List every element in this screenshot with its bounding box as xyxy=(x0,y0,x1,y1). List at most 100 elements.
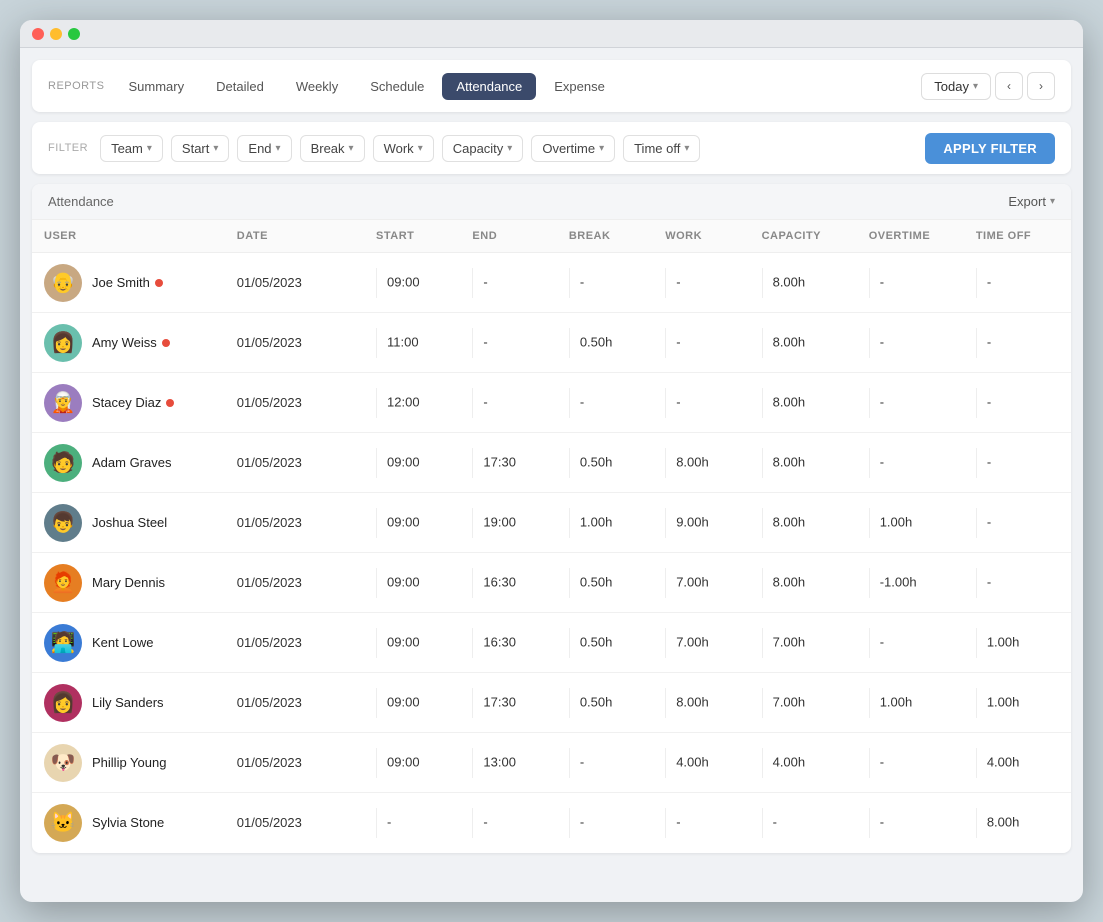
filter-work[interactable]: Work ▾ xyxy=(373,135,434,162)
capacity-cell: 7.00h xyxy=(750,673,857,733)
close-icon[interactable] xyxy=(32,28,44,40)
filter-team[interactable]: Team ▾ xyxy=(100,135,163,162)
tab-detailed[interactable]: Detailed xyxy=(202,73,278,100)
divider xyxy=(869,448,870,478)
next-arrow-button[interactable]: › xyxy=(1027,72,1055,100)
user-name: Stacey Diaz xyxy=(92,395,161,410)
col-header-overtime: OVERTIME xyxy=(857,220,964,253)
filter-overtime[interactable]: Overtime ▾ xyxy=(531,135,615,162)
user-cell: 👴 Joe Smith xyxy=(32,253,225,313)
divider xyxy=(869,328,870,358)
divider xyxy=(569,268,570,298)
work-cell: - xyxy=(653,373,749,433)
col-header-end: END xyxy=(460,220,556,253)
tab-weekly[interactable]: Weekly xyxy=(282,73,352,100)
app-window: REPORTS Summary Detailed Weekly Schedule… xyxy=(20,20,1083,902)
top-nav: REPORTS Summary Detailed Weekly Schedule… xyxy=(32,60,1071,112)
table-row[interactable]: 🧑‍💻 Kent Lowe 01/05/2023 09:00 16:30 0.5… xyxy=(32,613,1071,673)
nav-left: REPORTS Summary Detailed Weekly Schedule… xyxy=(48,73,619,100)
end-cell: 16:30 xyxy=(460,613,556,673)
col-header-break: BREAK xyxy=(557,220,653,253)
filter-bar: FILTER Team ▾ Start ▾ End ▾ Break ▾ Work… xyxy=(32,122,1071,174)
divider xyxy=(376,748,377,778)
table-row[interactable]: 👴 Joe Smith 01/05/2023 09:00 - - - 8.00h… xyxy=(32,253,1071,313)
work-cell: - xyxy=(653,253,749,313)
filter-end[interactable]: End ▾ xyxy=(237,135,291,162)
tab-expense[interactable]: Expense xyxy=(540,73,619,100)
divider xyxy=(569,508,570,538)
overtime-cell: 1.00h xyxy=(857,673,964,733)
table-row[interactable]: 🧑‍🦰 Mary Dennis 01/05/2023 09:00 16:30 0… xyxy=(32,553,1071,613)
col-header-work: WORK xyxy=(653,220,749,253)
divider xyxy=(472,388,473,418)
avatar: 🧑‍🦰 xyxy=(44,564,82,602)
user-name: Adam Graves xyxy=(92,455,171,470)
attendance-table-container: Attendance Export ▾ USER DATE START END … xyxy=(32,184,1071,853)
divider xyxy=(869,748,870,778)
work-cell: 4.00h xyxy=(653,733,749,793)
user-cell: 🧝 Stacey Diaz xyxy=(32,373,225,433)
timeoff-cell: 1.00h xyxy=(964,673,1071,733)
avatar: 🧑 xyxy=(44,444,82,482)
capacity-cell: 8.00h xyxy=(750,253,857,313)
minimize-icon[interactable] xyxy=(50,28,62,40)
table-row[interactable]: 🐱 Sylvia Stone 01/05/2023 - - - - - - xyxy=(32,793,1071,853)
tab-attendance[interactable]: Attendance xyxy=(442,73,536,100)
title-bar xyxy=(20,20,1083,48)
break-cell: 0.50h xyxy=(557,613,653,673)
avatar: 🧝 xyxy=(44,384,82,422)
divider xyxy=(665,628,666,658)
divider xyxy=(376,688,377,718)
filter-capacity[interactable]: Capacity ▾ xyxy=(442,135,524,162)
divider xyxy=(665,268,666,298)
status-indicator xyxy=(155,279,163,287)
filter-time-off[interactable]: Time off ▾ xyxy=(623,135,700,162)
user-cell: 👦 Joshua Steel xyxy=(32,493,225,553)
timeoff-cell: - xyxy=(964,313,1071,373)
divider xyxy=(869,688,870,718)
filter-start[interactable]: Start ▾ xyxy=(171,135,230,162)
avatar: 👩 xyxy=(44,324,82,362)
user-name: Kent Lowe xyxy=(92,635,153,650)
overtime-cell: 1.00h xyxy=(857,493,964,553)
end-cell: - xyxy=(460,253,556,313)
divider xyxy=(472,748,473,778)
table-title: Attendance xyxy=(48,194,114,209)
break-cell: 0.50h xyxy=(557,673,653,733)
divider xyxy=(569,808,570,838)
filter-label: FILTER xyxy=(48,142,88,154)
table-row[interactable]: 👩 Lily Sanders 01/05/2023 09:00 17:30 0.… xyxy=(32,673,1071,733)
divider xyxy=(569,688,570,718)
capacity-cell: 8.00h xyxy=(750,313,857,373)
table-row[interactable]: 👩 Amy Weiss 01/05/2023 11:00 - 0.50h - 8… xyxy=(32,313,1071,373)
tab-summary[interactable]: Summary xyxy=(114,73,198,100)
table-row[interactable]: 🧑 Adam Graves 01/05/2023 09:00 17:30 0.5… xyxy=(32,433,1071,493)
timeoff-cell: - xyxy=(964,493,1071,553)
prev-arrow-button[interactable]: ‹ xyxy=(995,72,1023,100)
divider xyxy=(376,328,377,358)
chevron-down-icon: ▾ xyxy=(599,143,604,154)
end-cell: 16:30 xyxy=(460,553,556,613)
divider xyxy=(976,688,977,718)
tab-schedule[interactable]: Schedule xyxy=(356,73,438,100)
user-cell: 🐱 Sylvia Stone xyxy=(32,793,225,853)
table-row[interactable]: 🐶 Phillip Young 01/05/2023 09:00 13:00 -… xyxy=(32,733,1071,793)
divider xyxy=(976,568,977,598)
apply-filter-button[interactable]: APPLY FILTER xyxy=(925,133,1055,164)
start-cell: 09:00 xyxy=(364,433,460,493)
table-row[interactable]: 👦 Joshua Steel 01/05/2023 09:00 19:00 1.… xyxy=(32,493,1071,553)
end-cell: - xyxy=(460,313,556,373)
user-cell: 🧑 Adam Graves xyxy=(32,433,225,493)
overtime-cell: -1.00h xyxy=(857,553,964,613)
overtime-cell: - xyxy=(857,313,964,373)
divider xyxy=(762,328,763,358)
today-button[interactable]: Today ▾ xyxy=(921,73,991,100)
chevron-down-icon: ▾ xyxy=(1050,196,1055,207)
filter-break[interactable]: Break ▾ xyxy=(300,135,365,162)
user-name: Joe Smith xyxy=(92,275,150,290)
export-button[interactable]: Export ▾ xyxy=(1008,194,1055,209)
maximize-icon[interactable] xyxy=(68,28,80,40)
avatar: 👩 xyxy=(44,684,82,722)
table-row[interactable]: 🧝 Stacey Diaz 01/05/2023 12:00 - - - 8.0… xyxy=(32,373,1071,433)
start-cell: 09:00 xyxy=(364,733,460,793)
